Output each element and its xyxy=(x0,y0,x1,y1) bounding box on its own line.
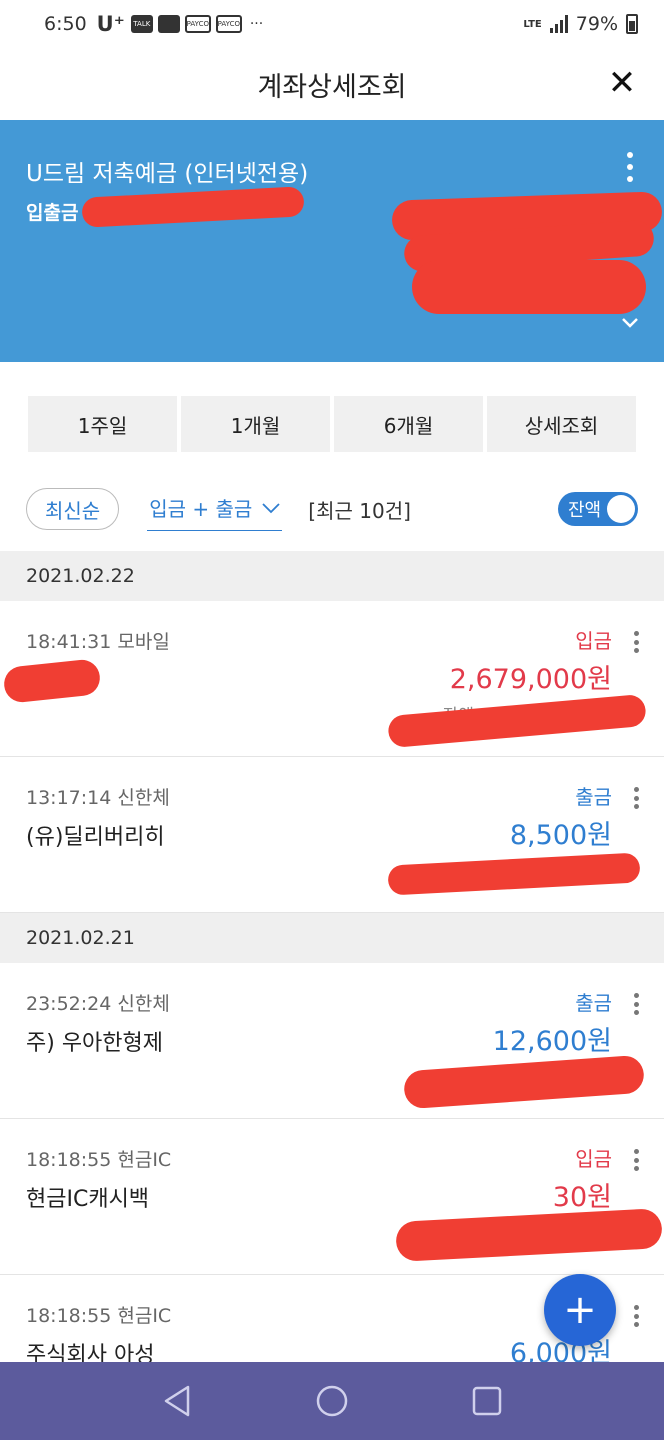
status-bar: 6:50 U⁺ TALK PAYCO PAYCO ··· LTE 79% xyxy=(0,0,664,48)
transaction-type-select[interactable]: 입금 + 출금 xyxy=(147,487,283,531)
carrier-logo: U⁺ xyxy=(96,12,125,36)
account-name: U드림 저축예금 (인터넷전용) xyxy=(26,161,309,187)
transaction-time: 23:52:24 신한체 xyxy=(26,993,170,1015)
redaction-mark xyxy=(387,852,641,896)
date-header: 2021.02.22 xyxy=(0,551,664,601)
transaction-time: 18:41:31 모바일 xyxy=(26,631,170,653)
transaction-type-label: 입금 + 출금 xyxy=(149,497,253,521)
period-tab-1week[interactable]: 1주일 xyxy=(28,396,177,452)
transaction-row[interactable]: 18:41:31 모바일 입금 2,679,000원 잔액 xyxy=(0,601,664,757)
transaction-amount: 8,500원 xyxy=(509,820,612,851)
notification-icons: TALK PAYCO PAYCO xyxy=(130,15,242,33)
more-icon[interactable] xyxy=(632,787,640,809)
period-tab-detail[interactable]: 상세조회 xyxy=(487,396,636,452)
redaction-mark xyxy=(2,658,102,704)
transaction-amount: 30원 xyxy=(552,1182,612,1213)
sort-button[interactable]: 최신순 xyxy=(26,488,120,530)
period-tab-1month[interactable]: 1개월 xyxy=(181,396,330,452)
filter-row: 최신순 입금 + 출금 [최근 10건] 잔액 xyxy=(26,486,638,532)
lte-icon: LTE xyxy=(523,18,542,30)
transaction-row[interactable]: 13:17:14 신한체 (유)딜리버리히 출금 8,500원 xyxy=(0,757,664,913)
period-tab-6month[interactable]: 6개월 xyxy=(334,396,483,452)
more-icon[interactable] xyxy=(632,1305,640,1327)
transaction-time: 18:18:55 현금IC xyxy=(26,1149,172,1171)
page-title: 계좌상세조회 xyxy=(257,71,407,103)
transaction-row[interactable]: 18:18:55 현금IC 현금IC캐시백 입금 30원 xyxy=(0,1119,664,1275)
chevron-down-icon xyxy=(262,502,280,513)
date-header: 2021.02.21 xyxy=(0,913,664,963)
toggle-knob xyxy=(607,495,635,523)
account-card: U드림 저축예금 (인터넷전용) 입출금 xyxy=(0,120,664,362)
more-icon[interactable] xyxy=(632,631,640,653)
signal-icon xyxy=(549,15,568,33)
balance-toggle[interactable]: 잔액 xyxy=(558,492,638,526)
transaction-kind: 출금 xyxy=(575,991,612,1015)
more-notifications: ··· xyxy=(249,16,264,32)
status-time: 6:50 xyxy=(44,13,87,35)
payco-icon: PAYCO xyxy=(184,15,211,33)
transaction-row[interactable]: 23:52:24 신한체 주) 우아한형제 출금 12,600원 xyxy=(0,963,664,1119)
transaction-desc: 주) 우아한형제 xyxy=(26,1031,164,1056)
transaction-kind: 출금 xyxy=(575,785,612,809)
payco-icon-2: PAYCO xyxy=(215,15,242,33)
balance-toggle-label: 잔액 xyxy=(568,500,602,521)
system-nav-bar xyxy=(0,1362,664,1440)
close-icon[interactable]: ✕ xyxy=(604,66,640,102)
redaction-mark xyxy=(387,693,647,749)
transaction-amount: 2,679,000원 xyxy=(449,664,612,695)
app-header: 계좌상세조회 ✕ xyxy=(0,48,664,120)
recent-count: [최근 10건] xyxy=(308,498,411,523)
transaction-kind: 입금 xyxy=(575,629,612,653)
transaction-time: 13:17:14 신한체 xyxy=(26,787,170,809)
transaction-time: 18:18:55 현금IC xyxy=(26,1305,172,1327)
transaction-kind: 입금 xyxy=(575,1147,612,1171)
account-more-icon[interactable] xyxy=(620,152,640,182)
transaction-desc: 현금IC캐시백 xyxy=(26,1187,150,1212)
transaction-desc: (유)딜리버리히 xyxy=(26,825,165,850)
chevron-down-icon[interactable] xyxy=(620,312,640,332)
add-button[interactable]: + xyxy=(544,1274,616,1346)
battery-icon xyxy=(626,14,638,34)
kakaotalk-icon: TALK xyxy=(130,15,153,33)
back-icon[interactable] xyxy=(157,1381,197,1421)
more-icon[interactable] xyxy=(632,993,640,1015)
redaction-mark xyxy=(412,260,646,314)
transaction-amount: 12,600원 xyxy=(492,1026,612,1057)
period-tabs: 1주일 1개월 6개월 상세조회 xyxy=(28,396,636,452)
recents-icon[interactable] xyxy=(467,1381,507,1421)
more-icon[interactable] xyxy=(632,1149,640,1171)
redaction-mark xyxy=(395,1208,663,1262)
note-icon xyxy=(157,15,180,33)
redaction-mark xyxy=(402,1054,646,1110)
battery-percent: 79% xyxy=(575,13,618,35)
home-icon[interactable] xyxy=(312,1381,352,1421)
